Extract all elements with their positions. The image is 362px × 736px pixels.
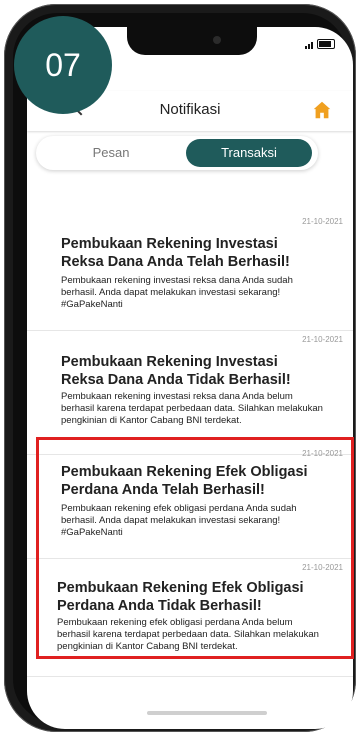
notification-date: 21-10-2021 (302, 335, 343, 344)
camera-icon (213, 36, 221, 44)
notification-title: Pembukaan Rekening Investasi Reksa Dana … (61, 236, 290, 270)
step-badge: 07 (14, 16, 112, 114)
battery-icon (317, 39, 335, 49)
notification-title: Pembukaan Rekening Investasi Reksa Dana … (61, 354, 291, 388)
signal-icon (305, 42, 313, 49)
highlight-box (36, 437, 354, 659)
notification-item[interactable]: 21-10-2021 Pembukaan Rekening Investasi … (27, 213, 353, 331)
notification-tabs: Pesan Transaksi (36, 136, 318, 170)
tab-transaksi[interactable]: Transaksi (186, 139, 312, 167)
notch (127, 27, 257, 55)
home-indicator (147, 711, 267, 715)
notification-date: 21-10-2021 (302, 217, 343, 226)
tab-pesan[interactable]: Pesan (56, 139, 166, 167)
status-bar (305, 39, 335, 49)
notification-body: Pembukaan rekening investasi reksa dana … (61, 391, 323, 426)
home-icon[interactable] (311, 99, 333, 121)
notification-body: Pembukaan rekening investasi reksa dana … (61, 275, 293, 310)
